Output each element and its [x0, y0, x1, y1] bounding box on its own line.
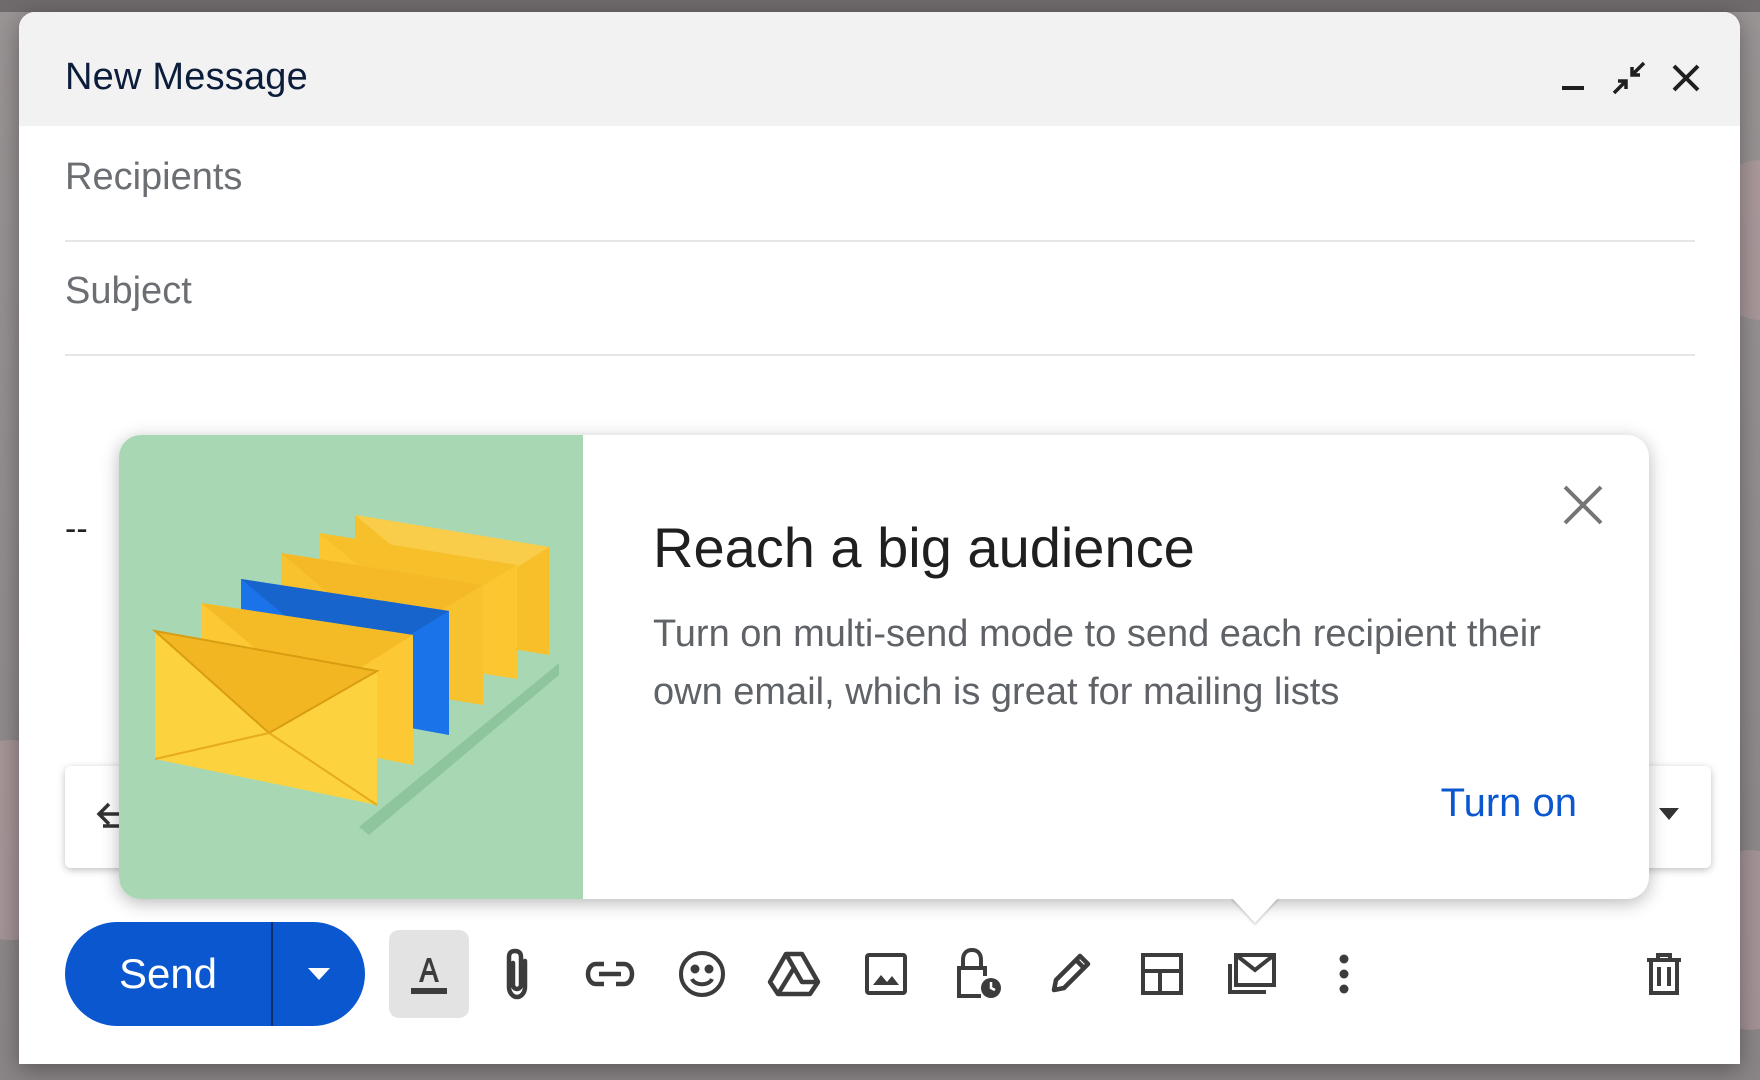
insert-emoji-icon[interactable]	[662, 930, 742, 1018]
insert-link-icon[interactable]	[570, 930, 650, 1018]
multi-send-icon[interactable]	[1212, 930, 1292, 1018]
turn-on-button[interactable]: Turn on	[1441, 781, 1577, 826]
multi-send-promo-popup: Reach a big audience Turn on multi-send …	[119, 435, 1649, 923]
recipients-input[interactable]	[65, 156, 1695, 199]
subject-field[interactable]	[65, 240, 1695, 356]
discard-draft-icon[interactable]	[1624, 930, 1704, 1018]
chevron-down-icon[interactable]	[1657, 806, 1681, 827]
send-options-button[interactable]	[273, 922, 365, 1026]
promo-description: Turn on multi-send mode to send each rec…	[653, 613, 1541, 713]
insert-drive-file-icon[interactable]	[754, 930, 834, 1018]
popup-pointer	[1231, 897, 1279, 923]
exit-fullscreen-icon[interactable]	[1609, 58, 1649, 98]
attach-files-icon[interactable]	[477, 930, 557, 1018]
subject-input[interactable]	[65, 270, 1695, 313]
formatting-options-icon[interactable]	[389, 930, 469, 1018]
close-icon[interactable]	[1666, 58, 1706, 98]
compose-title: New Message	[65, 56, 308, 98]
send-button-group: Send	[65, 922, 365, 1026]
insert-signature-icon[interactable]	[1030, 930, 1110, 1018]
background-top-bar	[0, 0, 1760, 12]
minimize-icon[interactable]	[1553, 58, 1593, 98]
close-icon[interactable]	[1561, 483, 1605, 532]
insert-photo-icon[interactable]	[846, 930, 926, 1018]
signature-text[interactable]: --	[65, 510, 88, 549]
send-button[interactable]: Send	[65, 922, 273, 1026]
promo-title: Reach a big audience	[653, 516, 1195, 579]
confidential-mode-icon[interactable]	[938, 930, 1018, 1018]
recipients-field[interactable]	[65, 126, 1695, 242]
compose-header: New Message	[19, 12, 1740, 126]
more-options-icon[interactable]	[1304, 930, 1384, 1018]
envelopes-illustration	[119, 435, 583, 899]
layouts-icon[interactable]	[1122, 930, 1202, 1018]
